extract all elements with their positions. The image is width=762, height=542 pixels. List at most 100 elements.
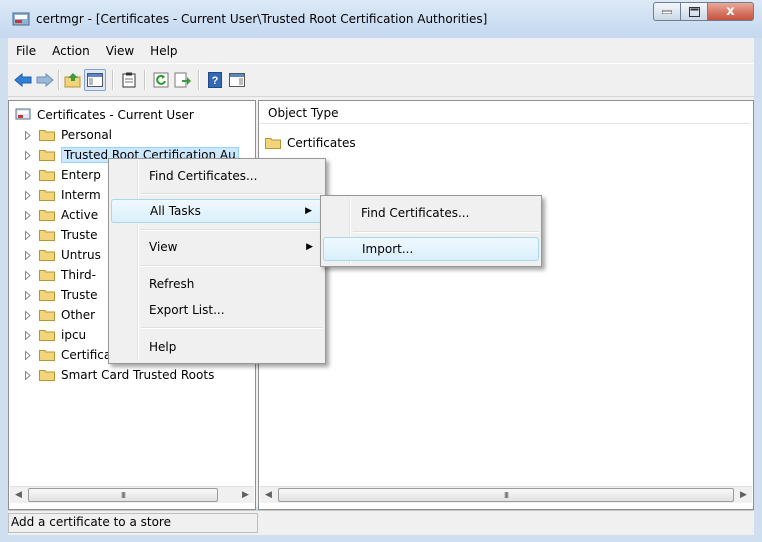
folder-icon	[39, 369, 55, 381]
folder-icon	[39, 149, 55, 161]
status-text: Add a certificate to a store	[11, 515, 171, 529]
folder-icon	[39, 169, 55, 181]
tree-item-label: Untrus	[61, 248, 101, 262]
tree-horizontal-scrollbar[interactable]: ◀ III ▶	[10, 486, 254, 503]
list-item-label: Certificates	[287, 136, 356, 150]
folder-icon	[39, 349, 55, 361]
result-pane: Object Type Certificates ◀ III ▶	[258, 100, 754, 510]
expand-icon[interactable]	[23, 270, 33, 280]
export-list-button[interactable]	[174, 71, 192, 89]
submenu-item-find-certificates[interactable]: Find Certificates...	[323, 201, 539, 225]
status-bar: Add a certificate to a store	[8, 510, 754, 535]
expand-icon[interactable]	[23, 150, 33, 160]
toolbar: ?	[8, 63, 754, 97]
window-controls: x	[653, 2, 754, 21]
tree-item-third-party[interactable]: Third-	[23, 265, 96, 285]
tree-root[interactable]: Certificates - Current User	[15, 105, 194, 125]
minimize-button[interactable]	[653, 2, 681, 21]
title-bar[interactable]: certmgr - [Certificates - Current User\T…	[0, 0, 762, 38]
column-header-label: Object Type	[268, 105, 339, 120]
certificate-store-icon	[15, 108, 31, 120]
window-title: certmgr - [Certificates - Current User\T…	[36, 12, 488, 26]
maximize-button[interactable]	[681, 2, 708, 21]
scroll-right-icon[interactable]: ▶	[237, 487, 254, 503]
tree-item-label: Personal	[61, 128, 113, 142]
expand-icon[interactable]	[23, 130, 33, 140]
scroll-thumb[interactable]: III	[28, 488, 218, 502]
menu-item-help[interactable]: Help	[111, 335, 323, 359]
folder-icon	[39, 309, 55, 321]
column-header-object-type[interactable]: Object Type	[260, 102, 750, 124]
expand-icon[interactable]	[23, 250, 33, 260]
expand-icon[interactable]	[23, 290, 33, 300]
context-menu: Find Certificates... All Tasks ▶ View ▶ …	[108, 158, 326, 364]
tree-item-label: ipcu	[61, 328, 87, 342]
action-pane-icon	[229, 73, 245, 87]
folder-icon	[39, 269, 55, 281]
tree-root-label: Certificates - Current User	[37, 108, 194, 122]
expand-icon[interactable]	[23, 330, 33, 340]
menu-item-export-list[interactable]: Export List...	[111, 298, 323, 322]
menu-action[interactable]: Action	[44, 44, 98, 58]
refresh-icon	[153, 72, 169, 88]
menu-file[interactable]: File	[8, 44, 44, 58]
menu-help[interactable]: Help	[142, 44, 185, 58]
tree-item-ipcu[interactable]: ipcu	[23, 325, 86, 345]
list-item-certificates[interactable]: Certificates	[265, 133, 356, 153]
submenu-arrow-icon: ▶	[305, 206, 312, 216]
expand-icon[interactable]	[23, 210, 33, 220]
submenu-item-import[interactable]: Import...	[323, 237, 539, 261]
show-hide-action-pane-button[interactable]	[228, 71, 246, 89]
menu-item-find-certificates[interactable]: Find Certificates...	[111, 164, 323, 188]
folder-icon	[39, 209, 55, 221]
folder-icon	[39, 249, 55, 261]
tree-item-trusted-people[interactable]: Truste	[23, 285, 97, 305]
svg-text:?: ?	[212, 75, 219, 87]
show-hide-console-tree-button[interactable]	[84, 69, 106, 91]
tree-item-trusted-publishers[interactable]: Truste	[23, 225, 97, 245]
menu-item-view[interactable]: View ▶	[111, 235, 323, 259]
close-button[interactable]: x	[708, 2, 754, 21]
tree-item-label: Other	[61, 308, 96, 322]
expand-icon[interactable]	[23, 310, 33, 320]
menu-view[interactable]: View	[98, 44, 142, 58]
tree-item-untrusted[interactable]: Untrus	[23, 245, 101, 265]
back-button[interactable]	[14, 71, 32, 89]
tree-item-label: Smart Card Trusted Roots	[61, 368, 215, 382]
tree-item-intermediate[interactable]: Interm	[23, 185, 101, 205]
help-button[interactable]: ?	[206, 71, 224, 89]
up-one-level-button[interactable]	[64, 71, 82, 89]
scroll-thumb[interactable]: III	[278, 488, 734, 502]
clipboard-button[interactable]	[120, 71, 138, 89]
scroll-right-icon[interactable]: ▶	[735, 487, 752, 503]
list-horizontal-scrollbar[interactable]: ◀ III ▶	[260, 486, 752, 503]
scroll-left-icon[interactable]: ◀	[260, 487, 277, 503]
tree-item-label: Truste	[61, 288, 98, 302]
expand-icon[interactable]	[23, 170, 33, 180]
folder-icon	[39, 189, 55, 201]
export-list-icon	[174, 72, 191, 88]
menu-item-all-tasks[interactable]: All Tasks ▶	[111, 199, 323, 223]
scroll-left-icon[interactable]: ◀	[10, 487, 27, 503]
expand-icon[interactable]	[23, 190, 33, 200]
menu-bar: File Action View Help	[8, 38, 754, 63]
forward-button[interactable]	[36, 71, 54, 89]
expand-icon[interactable]	[23, 370, 33, 380]
menu-item-refresh[interactable]: Refresh	[111, 272, 323, 296]
folder-icon	[39, 289, 55, 301]
tree-item-personal[interactable]: Personal	[23, 125, 112, 145]
tree-item-enterprise[interactable]: Enterp	[23, 165, 101, 185]
tree-item-other-people[interactable]: Other	[23, 305, 95, 325]
tree-item-active-directory[interactable]: Active	[23, 205, 98, 225]
refresh-button[interactable]	[152, 71, 170, 89]
tree-item-smart-card[interactable]: Smart Card Trusted Roots	[23, 365, 214, 385]
folder-icon	[265, 137, 281, 149]
forward-arrow-icon	[36, 73, 54, 87]
certmgr-app-icon	[12, 11, 30, 27]
all-tasks-submenu: Find Certificates... Import...	[320, 195, 542, 267]
expand-icon[interactable]	[23, 350, 33, 360]
expand-icon[interactable]	[23, 230, 33, 240]
clipboard-icon	[122, 72, 136, 88]
up-folder-icon	[64, 73, 81, 88]
tree-item-label: Active	[61, 208, 99, 222]
